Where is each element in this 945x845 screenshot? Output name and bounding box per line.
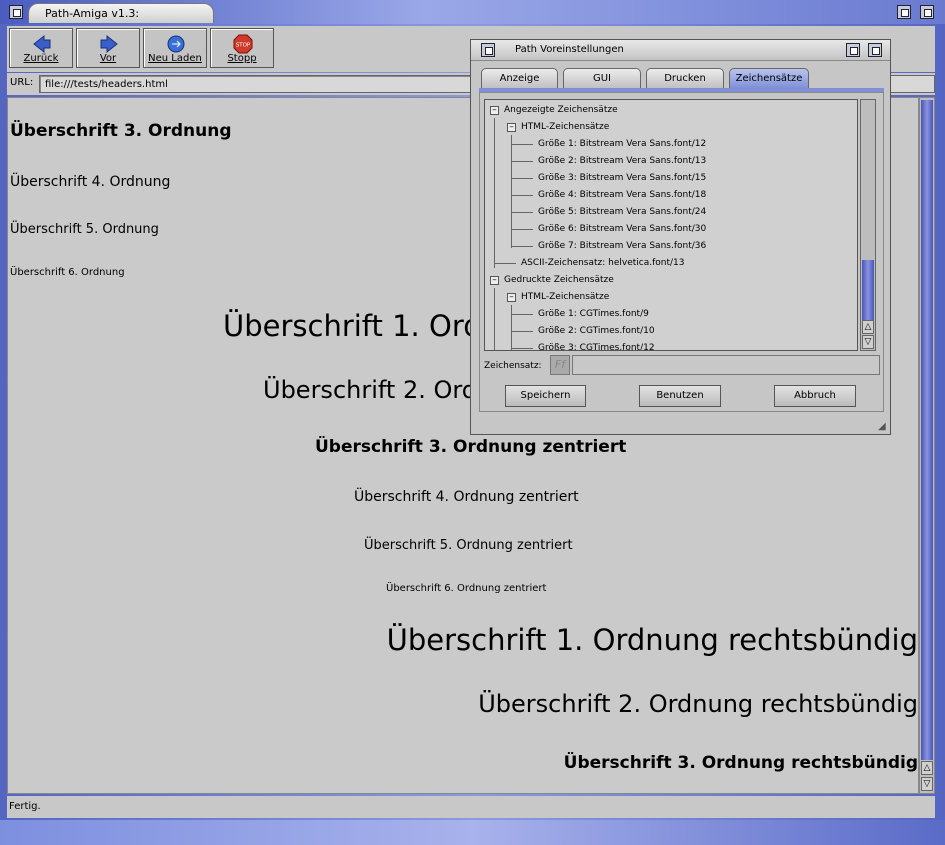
depth-icon[interactable] <box>920 5 934 19</box>
heading-6: Überschrift 6. Ordnung <box>10 267 125 278</box>
close-icon[interactable] <box>9 5 23 19</box>
stop-icon-text: STOP <box>236 43 251 49</box>
reload-label: Neu Laden <box>148 53 202 64</box>
font-label: Zeichensatz: <box>484 361 542 371</box>
tree-node-size[interactable]: Größe 3: Bitstream Vera Sans.font/15 <box>538 171 706 185</box>
stop-label: Stopp <box>227 53 257 64</box>
heading-5: Überschrift 5. Ordnung <box>10 222 159 237</box>
tree-scrollbar[interactable]: △ ▽ <box>860 99 876 351</box>
tree-line <box>511 348 533 349</box>
scroll-up-icon[interactable]: △ <box>921 761 933 775</box>
tree-line <box>494 288 495 350</box>
tab-drucken[interactable]: Drucken <box>646 68 724 88</box>
collapse-icon[interactable]: – <box>507 293 516 302</box>
window-title: Path-Amiga v1.3: headers.html <box>28 3 214 40</box>
forward-button[interactable]: Vor <box>76 28 140 68</box>
font-tree[interactable]: – Angezeigte Zeichensätze – HTML-Zeichen… <box>484 99 858 351</box>
back-label: Zurück <box>23 53 59 64</box>
tree-node-printed-size[interactable]: Größe 1: CGTimes.font/9 <box>538 307 649 321</box>
tree-node-printed-fonts[interactable]: Gedruckte Zeichensätze <box>504 273 614 287</box>
heading-3-right: Überschrift 3. Ordnung rechtsbündig <box>563 753 918 773</box>
tree-node-size[interactable]: Größe 7: Bitstream Vera Sans.font/36 <box>538 239 706 253</box>
stop-icon: STOP <box>233 34 253 54</box>
window-bottom-border <box>0 820 945 845</box>
tab-gui[interactable]: GUI <box>563 68 641 88</box>
status-bar: Fertig. <box>7 796 935 818</box>
heading-5-centered: Überschrift 5. Ordnung zentriert <box>364 538 573 553</box>
url-input[interactable]: file:///tests/headers.html <box>39 75 511 93</box>
zoom-icon[interactable] <box>846 43 860 57</box>
preferences-title-bar[interactable]: Path Voreinstellungen <box>471 40 890 61</box>
preferences-window: Path Voreinstellungen Anzeige GUI Drucke… <box>470 39 891 435</box>
tree-scrollbar-thumb[interactable] <box>862 260 874 320</box>
tree-line <box>511 178 533 179</box>
tree-line <box>494 263 516 264</box>
url-input-extension[interactable] <box>889 75 935 93</box>
tree-node-size[interactable]: Größe 5: Bitstream Vera Sans.font/24 <box>538 205 706 219</box>
tree-line <box>511 246 533 247</box>
scroll-down-icon[interactable]: ▽ <box>862 335 874 349</box>
reload-button[interactable]: Neu Laden <box>143 28 207 68</box>
tree-line <box>511 161 533 162</box>
tree-line <box>511 212 533 213</box>
collapse-icon[interactable]: – <box>490 276 499 285</box>
cancel-button[interactable]: Abbruch <box>774 385 856 407</box>
save-button[interactable]: Speichern <box>505 385 586 407</box>
tree-node-size[interactable]: Größe 4: Bitstream Vera Sans.font/18 <box>538 188 706 202</box>
font-field[interactable] <box>572 355 880 375</box>
tree-line <box>511 229 533 230</box>
scroll-down-icon[interactable]: ▽ <box>921 777 933 791</box>
tree-line <box>494 118 495 268</box>
scroll-up-icon[interactable]: △ <box>862 320 874 334</box>
collapse-icon[interactable]: – <box>490 106 499 115</box>
tree-line <box>511 331 533 332</box>
tab-anzeige[interactable]: Anzeige <box>481 68 558 88</box>
heading-4-centered: Überschrift 4. Ordnung zentriert <box>354 489 579 505</box>
fonts-panel: – Angezeigte Zeichensätze – HTML-Zeichen… <box>479 92 884 412</box>
heading-1-right: Überschrift 1. Ordnung rechtsbündig <box>386 623 918 657</box>
tree-line <box>511 135 512 248</box>
tree-line <box>511 314 533 315</box>
stop-button[interactable]: STOP Stopp <box>210 28 274 68</box>
tree-node-ascii-font[interactable]: ASCII-Zeichensatz: helvetica.font/13 <box>521 256 685 270</box>
reload-icon <box>167 35 185 53</box>
heading-3-centered: Überschrift 3. Ordnung zentriert <box>315 437 627 457</box>
zoom-icon[interactable] <box>897 5 911 19</box>
resize-handle-icon[interactable]: ◢ <box>878 422 888 432</box>
collapse-icon[interactable]: – <box>507 123 516 132</box>
tree-line <box>511 144 533 145</box>
tree-node-size[interactable]: Größe 2: Bitstream Vera Sans.font/13 <box>538 154 706 168</box>
scrollbar-thumb[interactable] <box>921 100 933 760</box>
arrow-left-icon <box>33 34 51 54</box>
heading-4: Überschrift 4. Ordnung <box>10 174 171 190</box>
tab-zeichensaetze[interactable]: Zeichensätze <box>729 68 809 88</box>
arrow-right-icon <box>100 34 118 54</box>
forward-label: Vor <box>99 53 117 64</box>
tree-node-displayed-fonts[interactable]: Angezeigte Zeichensätze <box>504 103 618 117</box>
tree-node-printed-size[interactable]: Größe 3: CGTimes.font/12 <box>538 341 655 350</box>
heading-2-right: Überschrift 2. Ordnung rechtsbündig <box>478 690 918 718</box>
page-scrollbar[interactable]: △ ▽ <box>919 97 935 794</box>
tree-node-printed-size[interactable]: Größe 2: CGTimes.font/10 <box>538 324 655 338</box>
tree-line <box>511 305 512 350</box>
tree-node-html-fonts[interactable]: HTML-Zeichensätze <box>521 120 609 134</box>
use-button[interactable]: Benutzen <box>639 385 721 407</box>
font-picker-icon[interactable]: Ff <box>550 355 570 375</box>
close-icon[interactable] <box>481 43 495 57</box>
heading-3: Überschrift 3. Ordnung <box>10 121 232 141</box>
heading-6-centered: Überschrift 6. Ordnung zentriert <box>386 583 547 594</box>
back-button[interactable]: Zurück <box>9 28 73 68</box>
tree-node-html-fonts-printed[interactable]: HTML-Zeichensätze <box>521 290 609 304</box>
url-label: URL: <box>10 77 34 88</box>
preferences-title: Path Voreinstellungen <box>515 44 624 55</box>
tree-node-size[interactable]: Größe 6: Bitstream Vera Sans.font/30 <box>538 222 706 236</box>
tree-node-size[interactable]: Größe 1: Bitstream Vera Sans.font/12 <box>538 137 706 151</box>
depth-icon[interactable] <box>868 43 882 57</box>
tree-line <box>511 195 533 196</box>
title-bar[interactable]: Path-Amiga v1.3: headers.html <box>0 0 945 40</box>
